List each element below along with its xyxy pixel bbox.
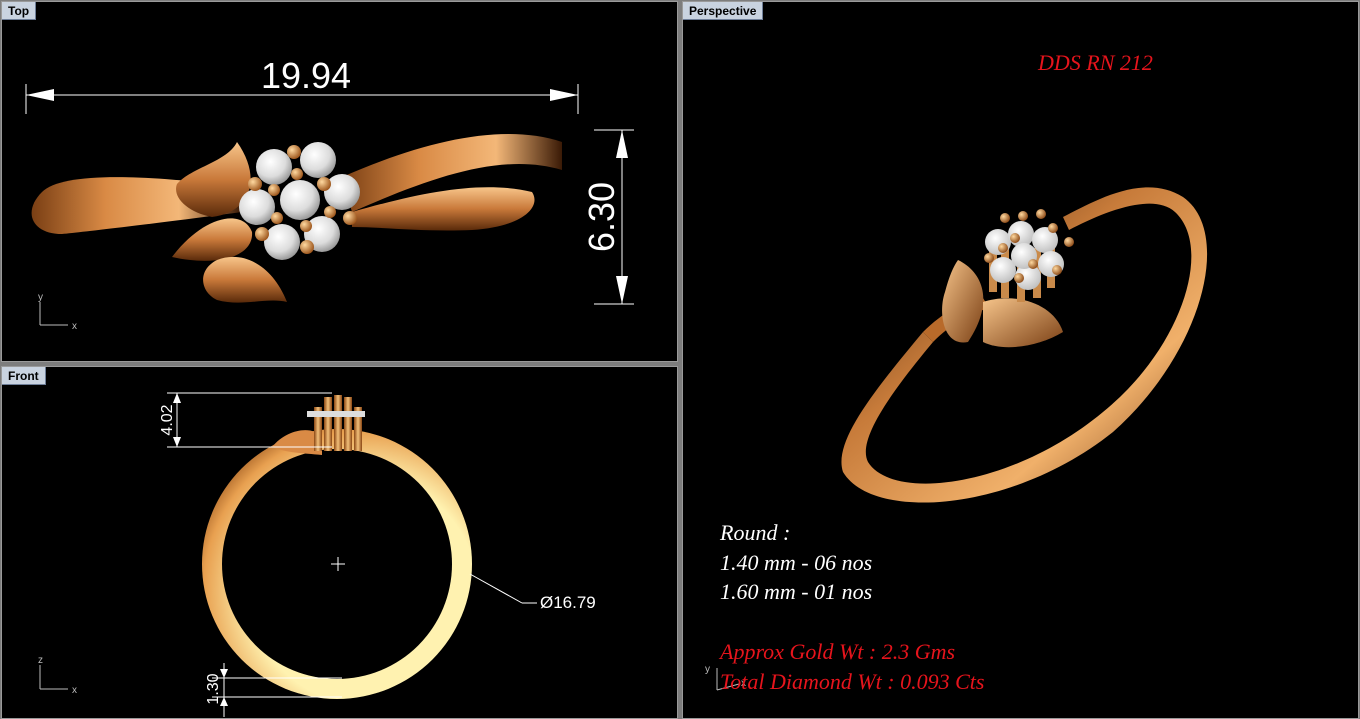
spec-shape: Round : (720, 520, 791, 545)
gold-weight: Approx Gold Wt : 2.3 Gms (720, 639, 956, 664)
ring-top-diamond-cluster (239, 142, 360, 260)
dimension-front-thickness-label: 1.30 (205, 673, 222, 704)
front-view-canvas: 4.02 Ø16.79 1.30 z x (38, 392, 596, 717)
spec-line-1: 1.40 mm - 06 nos (720, 550, 873, 575)
perspective-viewport[interactable]: Perspective y x DDS RN 212 Round: 1.40 … (682, 1, 1359, 719)
axis-indicator-front: z x (38, 655, 77, 696)
ring-front-head (272, 395, 365, 455)
viewport-tab-perspective[interactable]: Perspective (683, 2, 764, 20)
svg-text:x: x (72, 321, 77, 332)
perspective-view-canvas: y x (705, 187, 1208, 691)
spec-line-2: 1.60 mm - 01 nos (720, 579, 873, 604)
dimension-width-label: 19.94 (261, 55, 351, 96)
svg-text:x: x (72, 685, 77, 696)
dimension-diameter-label: Ø16.79 (540, 593, 596, 612)
dimension-front-height-label: 4.02 (159, 404, 176, 435)
dimension-height-label: 6.30 (581, 182, 622, 252)
viewport-tab-front[interactable]: Front (2, 367, 46, 385)
design-code: DDS RN 212 (1038, 50, 1153, 75)
viewport-tab-top[interactable]: Top (2, 2, 37, 20)
svg-text:y: y (38, 292, 43, 303)
svg-text:z: z (38, 655, 43, 666)
dimension-diameter: Ø16.79 (469, 573, 596, 612)
top-viewport[interactable]: Top 19.94 6.30 y x (1, 1, 678, 362)
diamond-weight: Total Diamond Wt : 0.093 Cts (720, 669, 985, 694)
front-viewport[interactable]: Front 4.02 Ø16.79 1.30 z x (1, 366, 678, 719)
dimension-height: 6.30 (581, 129, 634, 305)
axis-indicator-top: y x (38, 292, 77, 332)
top-view-canvas: 19.94 6.30 y x (25, 55, 634, 332)
dimension-width: 19.94 (25, 55, 579, 114)
ring-perspective-diamond-cluster (984, 209, 1074, 302)
svg-text:y: y (705, 664, 710, 675)
